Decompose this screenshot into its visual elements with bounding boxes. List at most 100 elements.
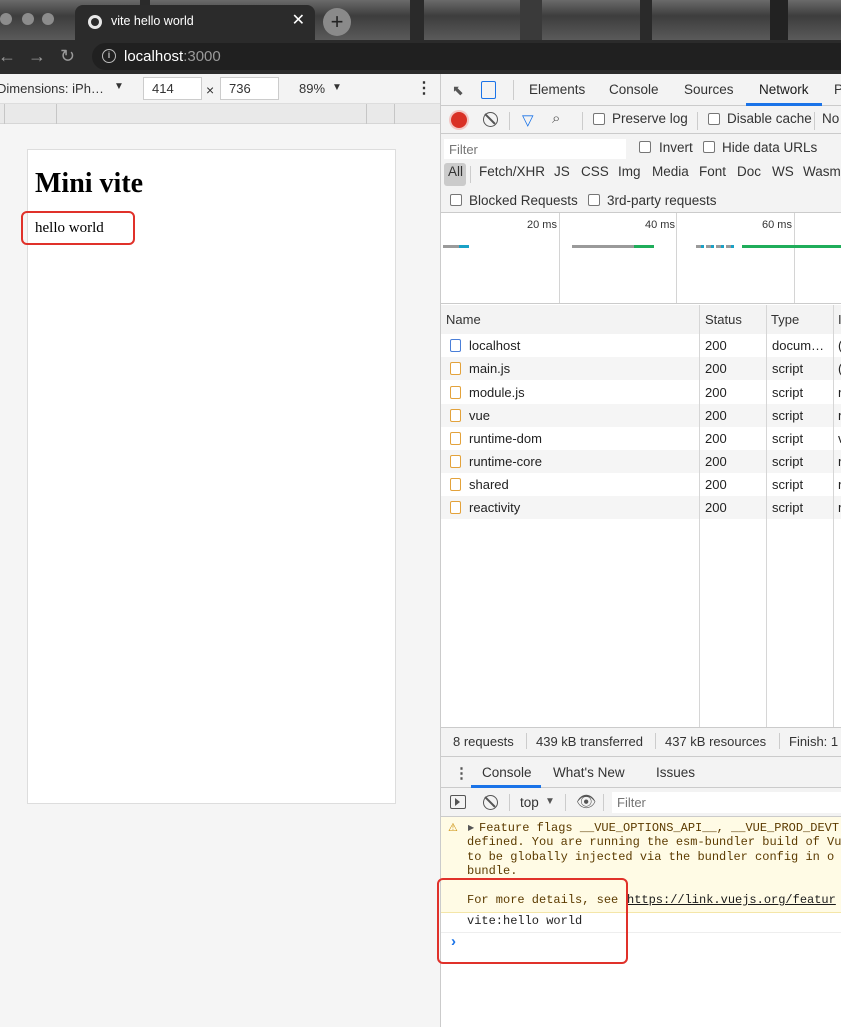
tab-more[interactable]: P	[834, 82, 841, 97]
chevron-down-icon[interactable]: ▼	[545, 796, 555, 807]
table-row[interactable]: reactivity200scriptn	[441, 496, 841, 519]
background-decoration	[410, 0, 424, 40]
tab-close-icon[interactable]: ✕	[292, 11, 305, 31]
sidebar-toggle-icon[interactable]	[450, 795, 466, 809]
device-toolbar: Dimensions: iPh… ▼ 414 × 736 89% ▼ ⋮	[0, 74, 440, 104]
table-row[interactable]: module.js200scriptn	[441, 381, 841, 404]
script-icon	[450, 478, 461, 491]
times-sign: ×	[206, 82, 215, 98]
vue-feature-flags-link[interactable]: https://link.vuejs.org/featur	[627, 893, 836, 907]
width-input[interactable]: 414	[143, 77, 202, 100]
eye-icon[interactable]: 👁	[576, 792, 596, 812]
invert-checkbox[interactable]	[639, 141, 651, 153]
window-close-control[interactable]	[0, 13, 12, 25]
clear-icon[interactable]	[483, 112, 498, 127]
timeline-label: 20 ms	[527, 219, 557, 231]
table-row[interactable]: runtime-core200scriptn	[441, 450, 841, 473]
device-toggle-icon[interactable]	[481, 81, 496, 99]
resources-size: 437 kB resources	[665, 734, 767, 749]
forward-icon[interactable]: →	[28, 46, 46, 67]
record-icon[interactable]	[451, 112, 467, 128]
chevron-down-icon[interactable]: ▼	[332, 82, 342, 93]
search-icon[interactable]: ⌕	[552, 110, 560, 127]
chevron-down-icon[interactable]: ▼	[114, 81, 124, 92]
globe-icon	[88, 15, 102, 29]
type-fetch-xhr[interactable]: Fetch/XHR	[479, 164, 545, 179]
table-row[interactable]: localhost200docum…(	[441, 334, 841, 357]
drawer-tab-whats-new[interactable]: What's New	[553, 765, 625, 780]
url-port: :3000	[183, 48, 221, 65]
tab-sources[interactable]: Sources	[684, 82, 734, 97]
type-css[interactable]: CSS	[581, 164, 609, 179]
third-party-checkbox[interactable]	[588, 194, 600, 206]
media-query-ruler[interactable]	[0, 104, 440, 124]
column-type[interactable]: Type	[771, 312, 799, 327]
timeline-bar	[572, 245, 634, 248]
tab-console[interactable]: Console	[609, 82, 659, 97]
blocked-requests-checkbox[interactable]	[450, 194, 462, 206]
new-tab-button[interactable]: +	[323, 8, 351, 36]
column-name[interactable]: Name	[446, 312, 481, 327]
timeline-label: 40 ms	[645, 219, 675, 231]
height-input[interactable]: 736	[220, 77, 279, 100]
preserve-log-checkbox[interactable]	[593, 113, 605, 125]
finish-time: Finish: 1	[789, 734, 839, 749]
zoom-select[interactable]: 89%	[299, 81, 325, 96]
type-doc[interactable]: Doc	[737, 164, 761, 179]
throttle-select[interactable]: No	[822, 111, 841, 126]
warning-icon: ⚠	[448, 822, 458, 834]
column-status[interactable]: Status	[705, 312, 742, 327]
script-icon	[450, 455, 461, 468]
address-bar[interactable]: i localhost:3000	[92, 43, 841, 70]
third-party-label: 3rd-party requests	[607, 193, 717, 208]
device-viewport: Mini vite hello world	[27, 149, 396, 804]
devtools-tab-bar: ⬉ Elements Console Sources Network P	[441, 74, 841, 106]
table-row[interactable]: main.js200script(	[441, 357, 841, 380]
context-select[interactable]: top	[520, 795, 539, 810]
tab-network[interactable]: Network	[759, 82, 809, 97]
transferred-size: 439 kB transferred	[536, 734, 643, 749]
script-icon	[450, 501, 461, 514]
browser-tab[interactable]: vite hello world ✕	[75, 5, 315, 40]
table-row[interactable]: shared200scriptn	[441, 473, 841, 496]
hide-data-urls-label: Hide data URLs	[722, 140, 818, 155]
warning-line: to be globally injected via the bundler …	[467, 850, 835, 864]
filter-icon[interactable]: ▽	[522, 111, 534, 129]
type-all[interactable]: All	[448, 164, 463, 179]
timeline-bar	[443, 245, 459, 248]
console-filter-input[interactable]	[612, 792, 841, 813]
clear-console-icon[interactable]	[483, 795, 498, 810]
type-media[interactable]: Media	[652, 164, 689, 179]
type-ws[interactable]: WS	[772, 164, 794, 179]
more-options-icon[interactable]: ⋮	[416, 78, 432, 98]
timeline-bar	[742, 245, 841, 248]
background-decoration	[770, 0, 788, 40]
type-wasm[interactable]: Wasm	[803, 164, 841, 179]
blocked-requests-label: Blocked Requests	[469, 193, 578, 208]
disable-cache-checkbox[interactable]	[708, 113, 720, 125]
inspect-icon[interactable]: ⬉	[452, 82, 464, 99]
timeline-bar	[634, 245, 654, 248]
hide-data-urls-checkbox[interactable]	[703, 141, 715, 153]
window-minimize-control[interactable]	[22, 13, 34, 25]
drawer-menu-icon[interactable]: ⋮	[454, 764, 469, 782]
table-row[interactable]: runtime-dom200scriptv	[441, 427, 841, 450]
type-js[interactable]: JS	[554, 164, 570, 179]
table-row[interactable]: vue200scriptn	[441, 404, 841, 427]
expand-arrow-icon[interactable]: ▶	[468, 823, 474, 832]
script-icon	[450, 386, 461, 399]
disable-cache-label: Disable cache	[727, 111, 812, 126]
preserve-log-label: Preserve log	[612, 111, 688, 126]
type-font[interactable]: Font	[699, 164, 726, 179]
window-zoom-control[interactable]	[42, 13, 54, 25]
network-filter-input[interactable]	[444, 139, 626, 159]
reload-icon[interactable]: ↻	[60, 46, 75, 67]
device-select[interactable]: Dimensions: iPh…	[0, 81, 104, 96]
timeline-label: 60 ms	[762, 219, 792, 231]
back-icon[interactable]: ←	[0, 46, 16, 67]
site-info-icon[interactable]: i	[102, 49, 116, 63]
type-img[interactable]: Img	[618, 164, 641, 179]
drawer-tab-issues[interactable]: Issues	[656, 765, 695, 780]
tab-elements[interactable]: Elements	[529, 82, 585, 97]
drawer-tab-console[interactable]: Console	[482, 765, 532, 780]
